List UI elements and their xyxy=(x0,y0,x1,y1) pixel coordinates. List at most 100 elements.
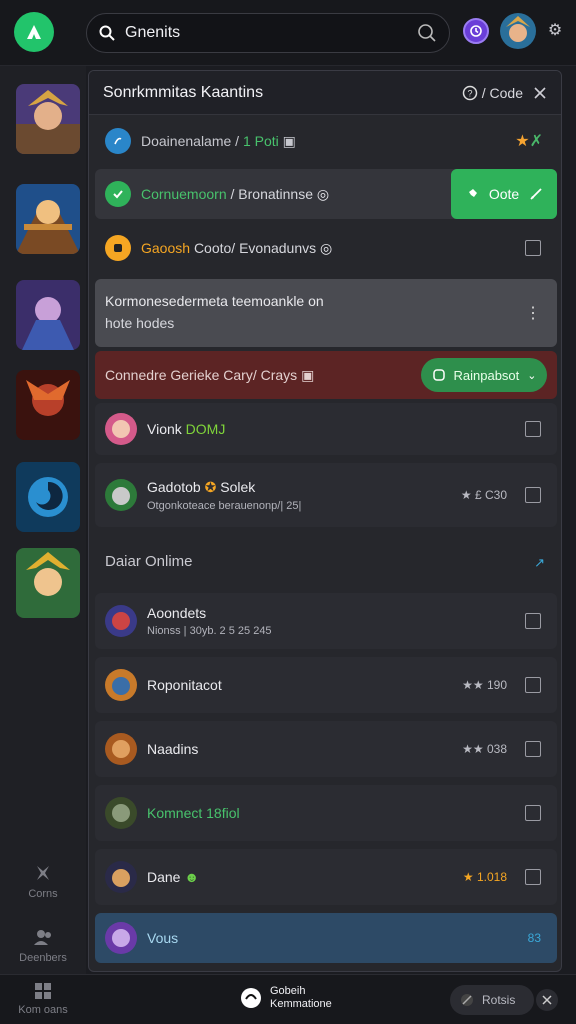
members-panel: Sonrkmmitas Kaantins ? / Code Doainenala… xyxy=(88,70,562,972)
search-input[interactable] xyxy=(125,24,417,42)
close-icon[interactable] xyxy=(533,86,547,100)
list-item[interactable]: Connedre Gerieke Cary/ Crays ▣ Rainpabso… xyxy=(95,351,557,399)
code-label: / Code xyxy=(481,84,523,101)
row-name: Naadins xyxy=(147,741,199,757)
section-label: Daiar Onlime xyxy=(105,553,193,570)
now-playing[interactable]: Gobeih Kemmatione xyxy=(240,985,332,1011)
row-name: Vous xyxy=(147,930,179,946)
list-item[interactable]: Aoondets Nionss | 30yb. 2 5 25 245 xyxy=(95,593,557,649)
row-name: Roponitacot xyxy=(147,677,222,693)
check-icon xyxy=(105,181,131,207)
checkbox-icon[interactable] xyxy=(525,677,541,693)
list-item[interactable]: Cornuemoorn / Bronatinnse ◎ Oote xyxy=(95,169,557,219)
row-text: Gadotob ✪ Solek Otgonkoteace berauenonp/… xyxy=(147,479,301,512)
bottom-bar: Kom oans Gobeih Kemmatione Rotsis xyxy=(0,974,576,1024)
list-item[interactable]: Roponitacot ★★ 190 xyxy=(95,657,557,713)
checkbox-icon[interactable] xyxy=(525,613,541,629)
sidebar-nav-label: Deenbers xyxy=(19,952,67,964)
mute-icon xyxy=(461,994,473,1006)
chevron-down-icon: ⌄ xyxy=(527,369,537,382)
list-item[interactable]: Doainenalame / 1 Poti ▣ ★✗ xyxy=(95,119,557,163)
avatar xyxy=(105,669,137,701)
avatar xyxy=(105,861,137,893)
game-thumb-5[interactable] xyxy=(16,462,80,532)
list-item[interactable]: Dane ☻ ★ 1.018 xyxy=(95,849,557,905)
list-item[interactable]: Naadins ★★ 038 xyxy=(95,721,557,777)
code-button[interactable]: ? / Code xyxy=(462,85,523,101)
game-thumb-2[interactable] xyxy=(16,184,80,254)
search-bar[interactable] xyxy=(86,13,450,53)
list-item[interactable]: Gadotob ✪ Solek Otgonkoteace berauenonp/… xyxy=(95,463,557,527)
row-name: Cornuemoorn / Bronatinnse ◎ xyxy=(141,185,330,202)
users-icon xyxy=(34,930,51,945)
panel-title: Sonrkmmitas Kaantins xyxy=(103,83,264,101)
avatar xyxy=(105,479,137,511)
checkbox-icon[interactable] xyxy=(525,741,541,757)
sidebar-nav-corns[interactable]: Corns xyxy=(0,862,86,900)
now-playing-text: Gobeih Kemmatione xyxy=(270,985,332,1011)
close-icon xyxy=(542,995,552,1005)
apps-icon xyxy=(35,983,51,999)
puzzle-icon xyxy=(432,369,445,381)
app-root: ⚙ Corns Deenbers Son xyxy=(0,0,576,1024)
info-icon xyxy=(105,128,131,154)
quote-button[interactable]: Oote xyxy=(451,169,557,219)
game-thumb-3[interactable] xyxy=(16,280,80,350)
more-icon[interactable]: ⋮ xyxy=(525,303,541,323)
checkbox-icon[interactable] xyxy=(525,240,541,256)
checkbox-icon[interactable] xyxy=(525,421,541,437)
avatar xyxy=(105,605,137,637)
grid-icon xyxy=(37,866,49,880)
quote-label: Oote xyxy=(488,186,520,202)
now-playing-line: Gobeih xyxy=(270,985,306,997)
edit-icon xyxy=(530,188,542,200)
checkbox-icon[interactable] xyxy=(525,869,541,885)
list-item[interactable]: Komnect 18fiol xyxy=(95,785,557,841)
dismiss-button[interactable] xyxy=(536,989,558,1011)
list-item[interactable]: Vionk DOMJ xyxy=(95,403,557,455)
status-toggle[interactable]: Rotsis xyxy=(450,985,534,1015)
pin-icon xyxy=(466,189,477,199)
row-subtitle: Otgonkoteace berauenonp/| 25| xyxy=(147,499,302,512)
row-meta: ★ 1.018 xyxy=(462,870,507,884)
game-thumb-1[interactable] xyxy=(16,84,80,154)
checkbox-icon[interactable] xyxy=(525,487,541,503)
sidebar-nav-label: Corns xyxy=(28,888,58,900)
row-name: Doainenalame / 1 Poti ▣ xyxy=(141,132,296,149)
row-text: Aoondets Nionss | 30yb. 2 5 25 245 xyxy=(147,605,272,637)
checkbox-icon[interactable] xyxy=(525,805,541,821)
recruit-button[interactable]: Rainpabsot ⌄ xyxy=(421,358,547,392)
sidebar-nav-komoans[interactable]: Kom oans xyxy=(0,981,86,1016)
list-item[interactable]: Gaoosh Cooto/ Evonadunvs ◎ xyxy=(95,225,557,271)
row-meta: ★ £ C30 xyxy=(460,488,507,502)
avatar xyxy=(105,733,137,765)
avatar xyxy=(105,922,137,954)
status-label: Rotsis xyxy=(482,993,516,1007)
search-submit-icon[interactable] xyxy=(417,23,437,43)
star-icon[interactable]: ★✗ xyxy=(515,131,543,151)
now-playing-line: Kemmatione xyxy=(270,998,332,1010)
user-status-icon[interactable]: ⚙ xyxy=(544,20,566,42)
search-icon xyxy=(99,25,115,41)
list-item[interactable]: Kormonesedermeta teemoankle on hote hode… xyxy=(95,279,557,347)
row-line: hote hodes xyxy=(105,315,175,331)
chat-icon xyxy=(105,235,131,261)
app-logo[interactable] xyxy=(14,12,54,52)
svg-text:?: ? xyxy=(467,88,472,98)
avatar xyxy=(105,797,137,829)
expand-icon[interactable]: ↗ xyxy=(534,555,545,571)
help-icon: ? xyxy=(462,85,477,100)
list-item[interactable]: Vous 83 xyxy=(95,913,557,963)
row-name: Connedre Gerieke Cary/ Crays ▣ xyxy=(105,366,315,383)
sidebar-nav-deenbers[interactable]: Deenbers xyxy=(0,926,86,964)
row-meta: ★★ 190 xyxy=(462,678,507,692)
notifications-icon[interactable] xyxy=(463,18,489,44)
user-avatar[interactable] xyxy=(500,13,536,49)
row-name: Aoondets xyxy=(147,605,207,621)
row-name: Dane ☻ xyxy=(147,869,200,885)
panel-header: Sonrkmmitas Kaantins ? / Code xyxy=(89,71,561,115)
avatar xyxy=(105,413,137,445)
game-thumb-4[interactable] xyxy=(16,370,80,440)
game-thumb-6[interactable] xyxy=(16,548,80,618)
headset-icon xyxy=(241,988,261,1008)
